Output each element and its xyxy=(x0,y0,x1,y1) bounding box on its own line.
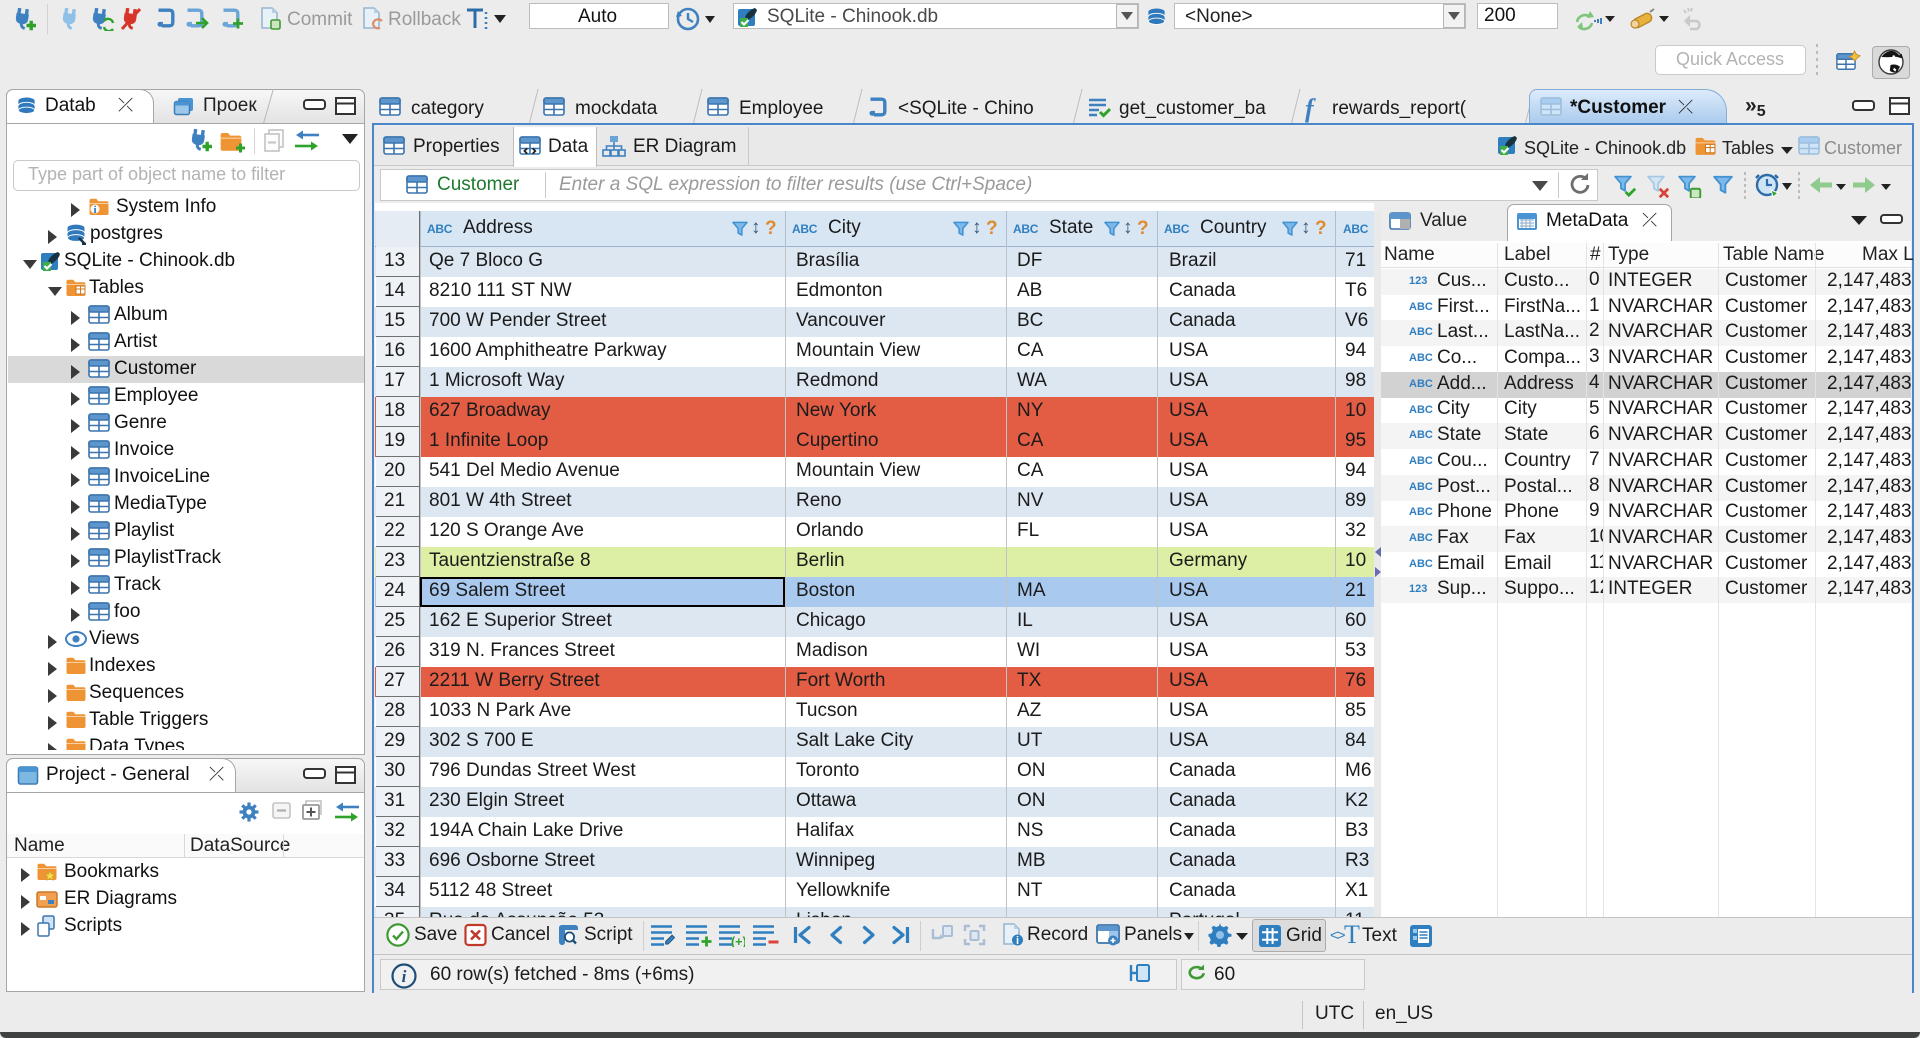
svg-text:i: i xyxy=(93,204,96,216)
svg-text:(+): (+) xyxy=(731,935,745,947)
svg-text:i: i xyxy=(1016,935,1019,946)
svg-text:i: i xyxy=(402,967,407,986)
